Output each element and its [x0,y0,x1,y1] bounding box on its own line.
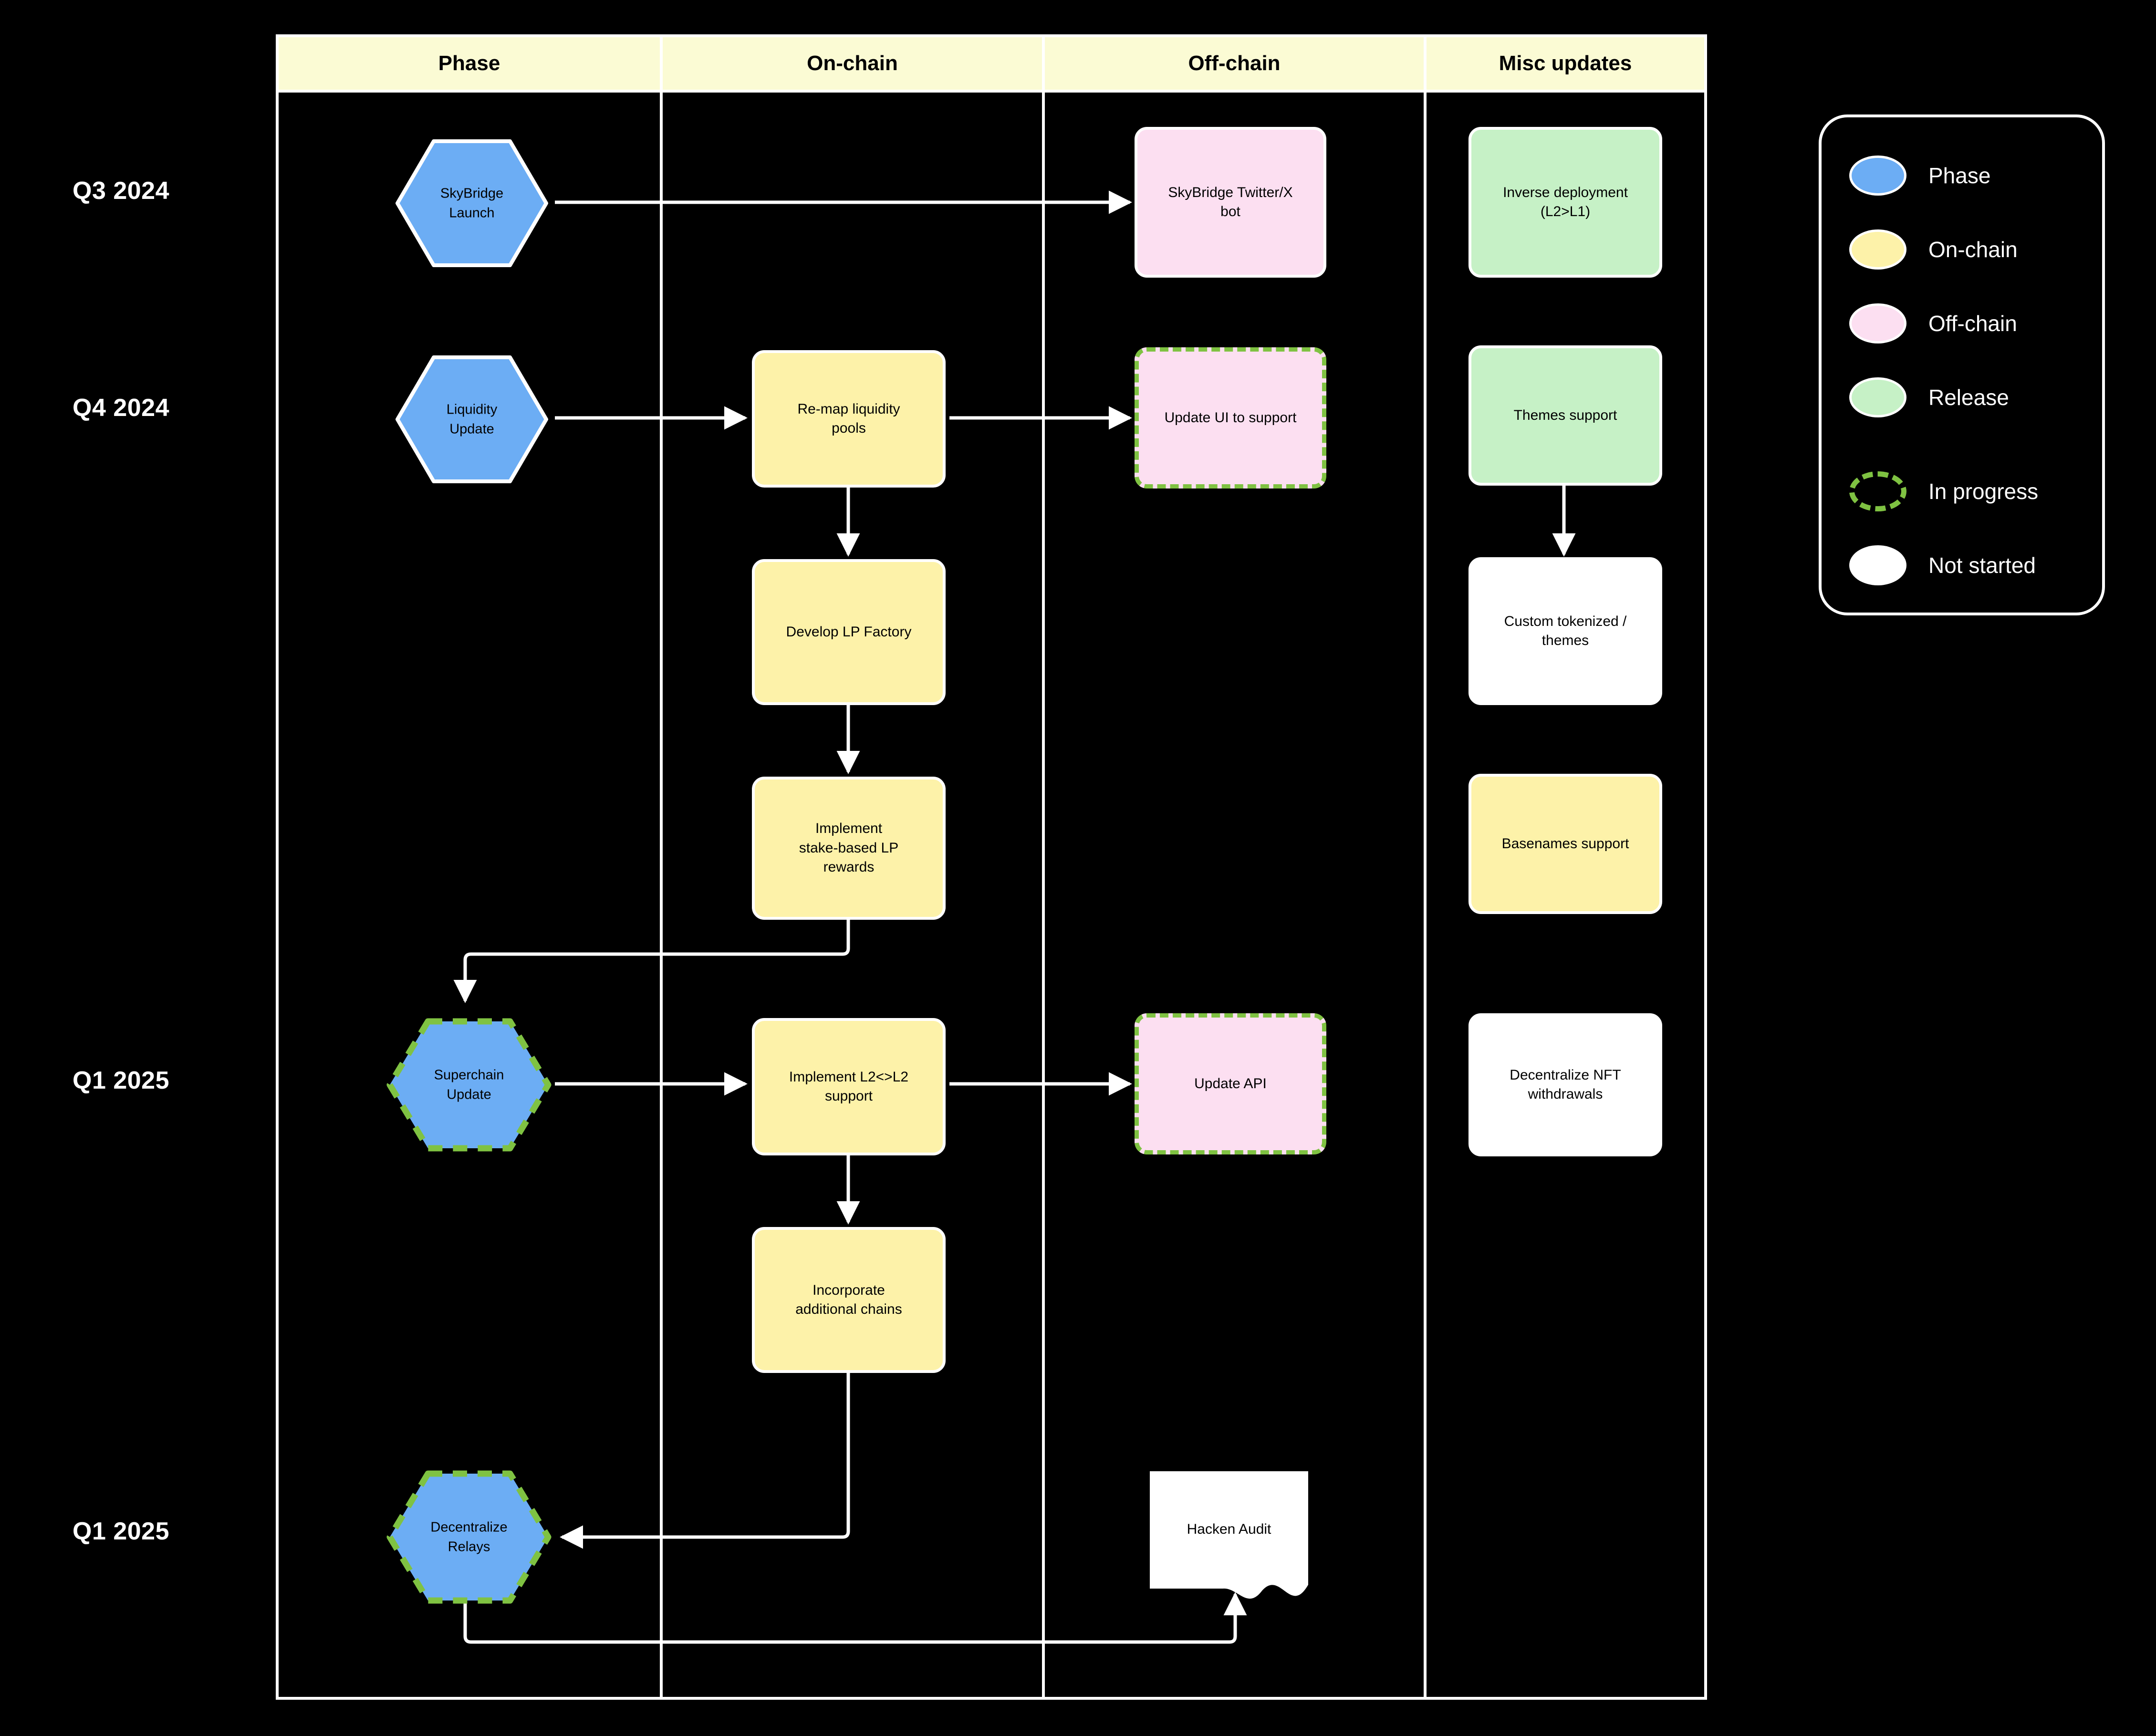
node-themes-support[interactable]: Themes support [1469,345,1662,486]
node-incorporate-additional-chains[interactable]: Incorporate additional chains [752,1227,946,1373]
legend-swatch-release [1849,377,1906,417]
node-skybridge-twitter-bot[interactable]: SkyBridge Twitter/X bot [1135,127,1326,278]
row-label-q1-2025-a: Q1 2025 [73,1067,169,1094]
node-label: Incorporate additional chains [795,1282,902,1318]
node-custom-tokenized-themes[interactable]: Custom tokenized / themes [1469,557,1662,705]
header-separator [279,90,1704,93]
node-update-ui-to-support[interactable]: Update UI to support [1135,347,1326,489]
node-label: Implement stake-based LP rewards [799,821,899,875]
column-header-on-chain: On-chain [663,37,1042,90]
legend-swatch-on-chain [1849,229,1906,270]
node-decentralize-nft-withdrawals[interactable]: Decentralize NFT withdrawals [1469,1013,1662,1156]
node-label: Custom tokenized / themes [1504,613,1627,649]
legend-label: In progress [1928,478,2039,504]
column-header-phase: Phase [279,37,660,90]
roadmap-diagram: Q3 2024 Q4 2024 Q1 2025 Q1 2025 Phase On… [0,0,2156,1736]
node-inverse-deployment[interactable]: Inverse deployment (L2>L1) [1469,127,1662,278]
legend-item-in-progress: In progress [1822,454,2102,528]
node-label: Inverse deployment (L2>L1) [1503,184,1628,220]
node-decentralize-relays[interactable]: Decentralize Relays [386,1470,552,1604]
legend-swatch-off-chain [1849,303,1906,343]
node-label: Update UI to support [1164,409,1297,426]
node-label: Basenames support [1501,835,1629,852]
node-label: Re-map liquidity pools [797,401,900,437]
row-label-q3-2024: Q3 2024 [73,177,169,205]
lane-divider-3 [1424,37,1427,1697]
legend-item-on-chain: On-chain [1822,212,2102,286]
column-header-misc-updates: Misc updates [1427,37,1704,90]
legend-swatch-not-started [1849,545,1906,585]
lane-divider-1 [660,37,663,1697]
row-label-q4-2024: Q4 2024 [73,394,169,422]
node-skybridge-launch[interactable]: SkyBridge Launch [396,139,548,267]
legend-label: Not started [1928,552,2036,578]
node-remap-liquidity-pools[interactable]: Re-map liquidity pools [752,350,946,488]
node-label: Themes support [1513,407,1617,423]
node-label: Hacken Audit [1187,1521,1271,1537]
node-implement-l2-support[interactable]: Implement L2<>L2 support [752,1018,946,1155]
node-basenames-support[interactable]: Basenames support [1469,774,1662,914]
node-superchain-update[interactable]: Superchain Update [386,1018,552,1152]
node-label: Update API [1194,1075,1267,1091]
lane-divider-2 [1042,37,1045,1697]
row-label-q1-2025-b: Q1 2025 [73,1518,169,1545]
node-label: Implement L2<>L2 support [789,1069,909,1104]
legend-swatch-phase [1849,155,1906,196]
node-update-api[interactable]: Update API [1135,1013,1326,1154]
legend-panel: Phase On-chain Off-chain Release In prog… [1819,114,2105,615]
legend-item-off-chain: Off-chain [1822,286,2102,360]
legend-swatch-in-progress [1849,471,1906,511]
node-label: Decentralize NFT withdrawals [1510,1067,1621,1102]
legend-label: On-chain [1928,237,2018,262]
legend-spacer [1822,434,2102,454]
legend-item-release: Release [1822,360,2102,434]
node-develop-lp-factory[interactable]: Develop LP Factory [752,559,946,705]
legend-item-not-started: Not started [1822,528,2102,602]
node-stake-based-lp-rewards[interactable]: Implement stake-based LP rewards [752,777,946,920]
legend-item-phase: Phase [1822,138,2102,212]
column-header-off-chain: Off-chain [1045,37,1424,90]
node-label: Develop LP Factory [786,624,912,640]
legend-label: Phase [1928,163,1991,188]
node-hacken-audit[interactable]: Hacken Audit [1147,1468,1311,1607]
node-liquidity-update[interactable]: Liquidity Update [396,355,548,483]
node-label: SkyBridge Twitter/X bot [1168,184,1293,220]
legend-label: Release [1928,385,2009,410]
legend-label: Off-chain [1928,311,2017,336]
